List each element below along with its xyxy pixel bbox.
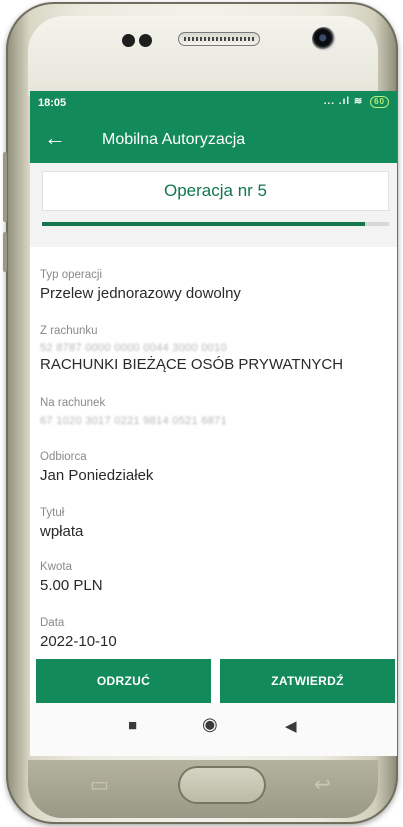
home-circle-icon[interactable]: ◉ xyxy=(202,714,218,735)
confirm-button[interactable]: ZATWIERDŹ xyxy=(220,659,395,703)
detail-value: wpłata xyxy=(40,523,84,540)
back-key-icon[interactable]: ↩ xyxy=(314,772,331,797)
power-button xyxy=(3,232,7,272)
home-key[interactable] xyxy=(178,766,266,804)
account-number-blurred: 67 1020 3017 0221 9814 0521 6871 xyxy=(40,415,227,427)
detail-value: Przelew jednorazowy dowolny xyxy=(40,285,241,302)
detail-label: Kwota xyxy=(40,561,72,573)
status-icons: ... .ıl ≋ 60 xyxy=(324,96,389,108)
page-title: Mobilna Autoryzacja xyxy=(102,131,246,148)
detail-label: Data xyxy=(40,617,65,629)
detail-from-account: Z rachunku 52 8787 0000 0000 0044 3000 0… xyxy=(40,325,343,373)
recent-apps-icon[interactable]: ■ xyxy=(128,717,137,734)
sensor-dots xyxy=(122,34,162,48)
wifi-icon: ≋ xyxy=(353,96,364,107)
phone-screen: 18:05 ... .ıl ≋ 60 ← Mobilna Autoryzacja… xyxy=(30,91,397,756)
operation-header: Operacja nr 5 xyxy=(42,171,389,211)
status-bar: 18:05 ... .ıl ≋ 60 xyxy=(30,91,397,115)
detail-label: Tytuł xyxy=(40,507,65,519)
android-nav-bar: ■ ◉ ◀ xyxy=(30,703,397,756)
detail-label: Typ operacji xyxy=(40,269,103,281)
bottom-bezel: ▭ ↩ xyxy=(28,760,378,818)
detail-label: Na rachunek xyxy=(40,397,106,409)
app-bar: ← Mobilna Autoryzacja xyxy=(30,115,397,163)
detail-value: 5.00 PLN xyxy=(40,577,103,594)
detail-value: Jan Poniedziałek xyxy=(40,467,154,484)
content-area: Operacja nr 5 Typ operacji Przelew jedno… xyxy=(30,163,397,667)
detail-recipient: Odbiorca Jan Poniedziałek xyxy=(40,451,153,484)
action-bar: ODRZUĆ ZATWIERDŹ xyxy=(30,659,397,703)
operation-progress xyxy=(42,222,389,226)
reject-button[interactable]: ODRZUĆ xyxy=(36,659,211,703)
detail-amount: Kwota 5.00 PLN xyxy=(40,561,103,594)
detail-title: Tytuł wpłata xyxy=(40,507,83,540)
back-triangle-icon[interactable]: ◀ xyxy=(285,717,297,735)
status-time: 18:05 xyxy=(38,97,67,109)
volume-button xyxy=(3,152,7,222)
signal-icon: ... .ıl xyxy=(323,96,351,107)
earpiece-speaker xyxy=(178,32,260,46)
detail-operation-type: Typ operacji Przelew jednorazowy dowolny xyxy=(40,269,241,302)
arrow-left-icon[interactable]: ← xyxy=(44,125,66,151)
operation-details[interactable]: Typ operacji Przelew jednorazowy dowolny… xyxy=(30,247,397,667)
account-number-blurred: 52 8787 0000 0000 0044 3000 0010 xyxy=(40,342,227,354)
detail-label: Z rachunku xyxy=(40,325,98,337)
detail-date: Data 2022-10-10 xyxy=(40,617,117,650)
detail-label: Odbiorca xyxy=(40,451,87,463)
detail-value: 2022-10-10 xyxy=(40,633,117,650)
battery-icon: 60 xyxy=(370,96,389,108)
detail-value: RACHUNKI BIEŻĄCE OSÓB PRYWATNYCH xyxy=(40,356,344,373)
recent-apps-key-icon[interactable]: ▭ xyxy=(90,772,109,797)
detail-to-account: Na rachunek 67 1020 3017 0221 9814 0521 … xyxy=(40,397,227,427)
front-camera xyxy=(312,27,336,51)
progress-fill xyxy=(42,222,365,226)
